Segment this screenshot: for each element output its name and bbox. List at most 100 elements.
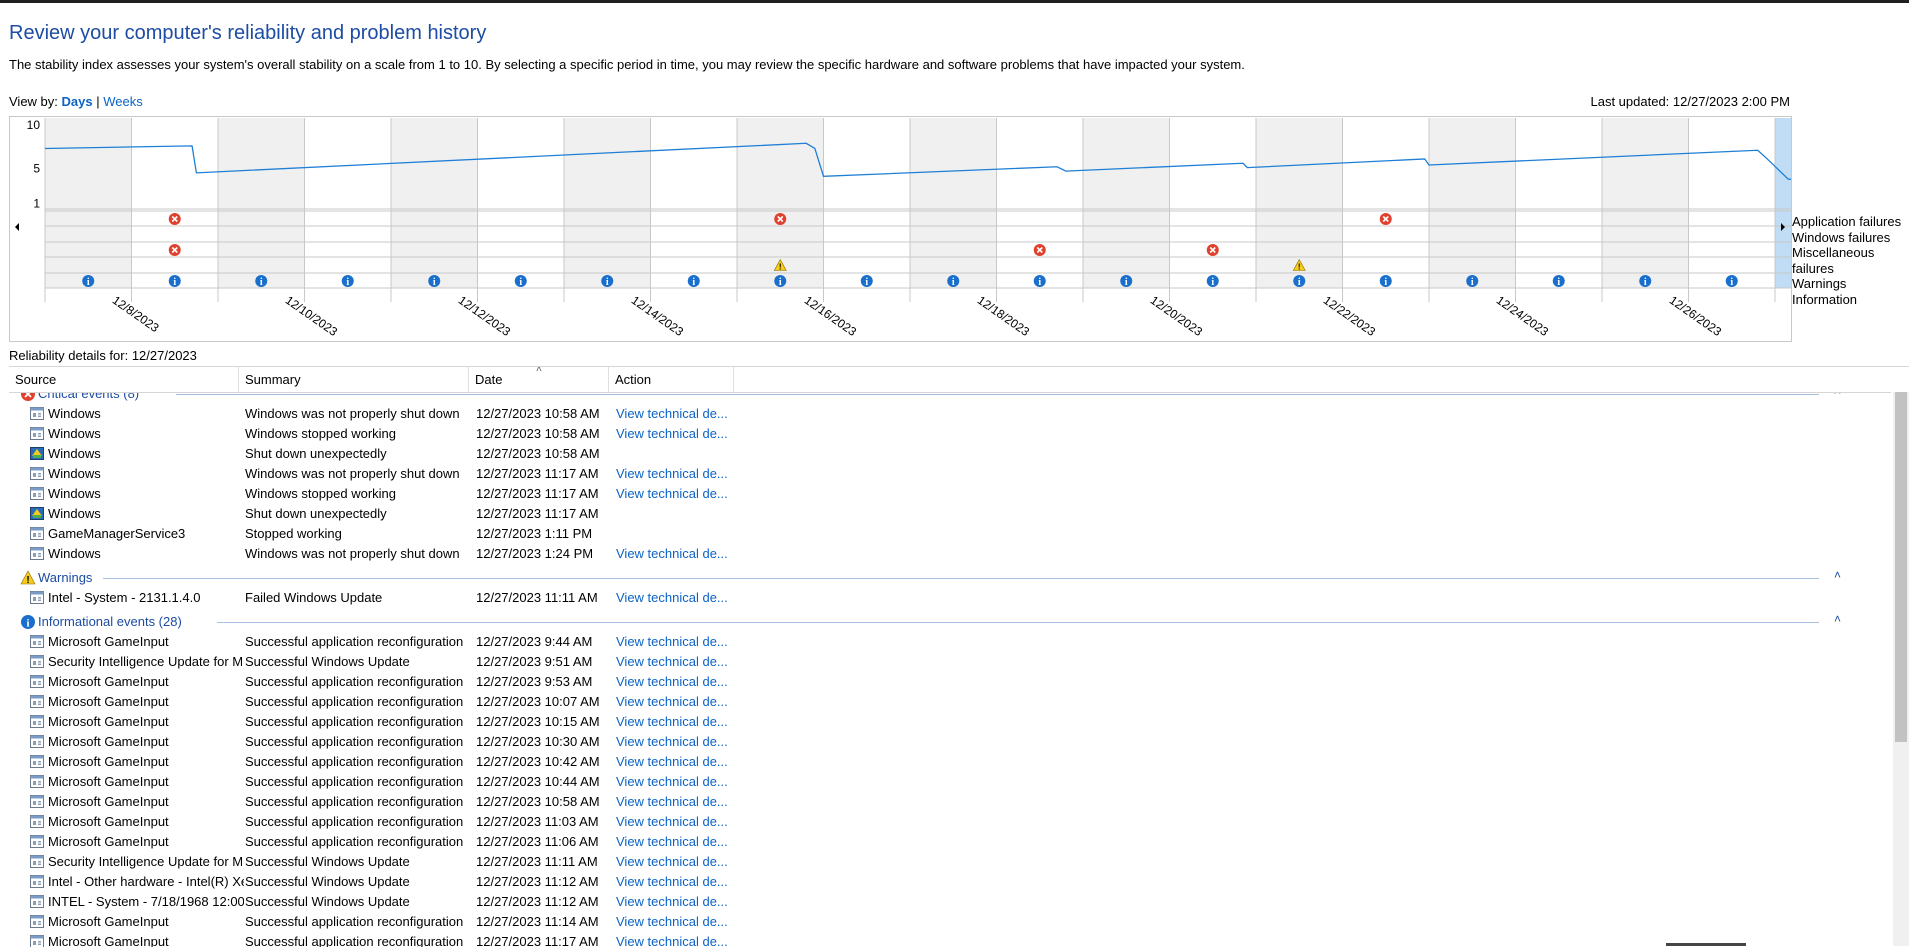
group-divider <box>176 394 1819 395</box>
table-row[interactable]: WindowsWindows stopped working12/27/2023… <box>9 424 1869 444</box>
view-technical-details-link[interactable]: View technical de... <box>616 654 728 669</box>
info-mark: i <box>865 277 868 288</box>
row-summary: Successful application reconfiguration <box>245 794 463 809</box>
row-source: Microsoft GameInput <box>48 834 244 849</box>
day-column[interactable] <box>1602 118 1689 288</box>
view-technical-details-link[interactable]: View technical de... <box>616 874 728 889</box>
table-row[interactable]: Microsoft GameInputSuccessful applicatio… <box>9 692 1869 712</box>
date-label: 12/26/2023 <box>1667 293 1724 339</box>
day-column[interactable] <box>305 118 392 288</box>
info-mark: i <box>1384 277 1387 288</box>
day-column[interactable] <box>1689 118 1776 288</box>
table-row[interactable]: WindowsWindows was not properly shut dow… <box>9 464 1869 484</box>
row-summary: Successful Windows Update <box>245 854 410 869</box>
view-technical-details-link[interactable]: View technical de... <box>616 774 728 789</box>
table-row[interactable]: Microsoft GameInputSuccessful applicatio… <box>9 632 1869 652</box>
group-header[interactable]: iInformational events (28)˄ <box>9 612 1869 632</box>
row-summary: Successful Windows Update <box>245 894 410 909</box>
table-row[interactable]: WindowsWindows was not properly shut dow… <box>9 544 1869 564</box>
day-column[interactable] <box>910 118 997 288</box>
view-technical-details-link[interactable]: View technical de... <box>616 914 728 929</box>
view-technical-details-link[interactable]: View technical de... <box>616 426 728 441</box>
scrollbar-thumb[interactable] <box>1895 392 1907 742</box>
table-row[interactable]: Microsoft GameInputSuccessful applicatio… <box>9 772 1869 792</box>
day-column[interactable] <box>1429 118 1516 288</box>
day-column[interactable] <box>1343 118 1430 288</box>
view-technical-details-link[interactable]: View technical de... <box>616 794 728 809</box>
day-column[interactable] <box>218 118 305 288</box>
day-column[interactable] <box>564 118 651 288</box>
table-row[interactable]: Intel - System - 2131.1.4.0Failed Window… <box>9 588 1869 608</box>
view-technical-details-link[interactable]: View technical de... <box>616 466 728 481</box>
view-technical-details-link[interactable]: View technical de... <box>616 854 728 869</box>
table-row[interactable]: WindowsShut down unexpectedly12/27/2023 … <box>9 504 1869 524</box>
row-summary: Successful application reconfiguration <box>245 734 463 749</box>
view-technical-details-link[interactable]: View technical de... <box>616 894 728 909</box>
column-action[interactable]: Action <box>609 367 734 392</box>
row-date: 12/27/2023 11:17 AM <box>476 506 599 521</box>
table-row[interactable]: Intel - Other hardware - Intel(R) Xe...S… <box>9 872 1869 892</box>
day-column[interactable] <box>391 118 478 288</box>
table-row[interactable]: WindowsWindows stopped working12/27/2023… <box>9 484 1869 504</box>
table-row[interactable]: INTEL - System - 7/18/1968 12:00:0...Suc… <box>9 892 1869 912</box>
view-technical-details-link[interactable]: View technical de... <box>616 406 728 421</box>
info-mark: i <box>692 277 695 288</box>
reliability-chart[interactable]: 1051!!!iiiiiiiiiiiiiiiiiiiii12/8/202312/… <box>9 116 1792 342</box>
column-source[interactable]: Source <box>9 367 239 392</box>
group-header[interactable]: !Warnings˄ <box>9 568 1869 588</box>
column-summary[interactable]: Summary <box>239 367 469 392</box>
day-column[interactable] <box>45 118 132 288</box>
view-technical-details-link[interactable]: View technical de... <box>616 694 728 709</box>
table-row[interactable]: WindowsShut down unexpectedly12/27/2023 … <box>9 444 1869 464</box>
view-technical-details-link[interactable]: View technical de... <box>616 814 728 829</box>
table-row[interactable]: Security Intelligence Update for M...Suc… <box>9 852 1869 872</box>
view-technical-details-link[interactable]: View technical de... <box>616 714 728 729</box>
day-column[interactable] <box>1775 118 1791 288</box>
warning-icon: ! <box>20 570 36 586</box>
collapse-chevron-icon[interactable]: ˄ <box>1834 393 1841 398</box>
table-row[interactable]: Microsoft GameInputSuccessful applicatio… <box>9 832 1869 852</box>
day-column[interactable] <box>132 118 219 288</box>
table-row[interactable]: Microsoft GameInputSuccessful applicatio… <box>9 752 1869 772</box>
table-row[interactable]: WindowsWindows was not properly shut dow… <box>9 404 1869 424</box>
day-column[interactable] <box>478 118 565 288</box>
day-column[interactable] <box>997 118 1084 288</box>
y-tick-label: 1 <box>33 196 40 210</box>
info-mark: i <box>1557 277 1560 288</box>
row-summary: Successful application reconfiguration <box>245 814 463 829</box>
day-column[interactable] <box>1516 118 1603 288</box>
table-row[interactable]: Microsoft GameInputSuccessful applicatio… <box>9 912 1869 932</box>
view-technical-details-link[interactable]: View technical de... <box>616 734 728 749</box>
table-row[interactable]: GameManagerService3Stopped working12/27/… <box>9 524 1869 544</box>
view-technical-details-link[interactable]: View technical de... <box>616 486 728 501</box>
view-technical-details-link[interactable]: View technical de... <box>616 634 728 649</box>
info-mark: i <box>952 277 955 288</box>
table-row[interactable]: Microsoft GameInputSuccessful applicatio… <box>9 792 1869 812</box>
view-technical-details-link[interactable]: View technical de... <box>616 546 728 561</box>
day-column[interactable] <box>651 118 738 288</box>
view-technical-details-link[interactable]: View technical de... <box>616 674 728 689</box>
day-column[interactable] <box>1083 118 1170 288</box>
table-row[interactable]: Microsoft GameInputSuccessful applicatio… <box>9 672 1869 692</box>
view-technical-details-link[interactable]: View technical de... <box>616 590 728 605</box>
table-row[interactable]: Microsoft GameInputSuccessful applicatio… <box>9 732 1869 752</box>
view-by-bar: View by: Days | Weeks <box>9 94 143 109</box>
group-header[interactable]: Critical events (8)˄ <box>9 393 1869 404</box>
app-window-icon <box>30 695 44 708</box>
scroll-left-icon[interactable] <box>15 223 19 231</box>
view-days-link[interactable]: Days <box>62 94 93 109</box>
table-row[interactable]: Security Intelligence Update for M...Suc… <box>9 652 1869 672</box>
view-technical-details-link[interactable]: View technical de... <box>616 754 728 769</box>
view-technical-details-link[interactable]: View technical de... <box>616 934 728 947</box>
day-column[interactable] <box>824 118 911 288</box>
collapse-chevron-icon[interactable]: ˄ <box>1834 612 1841 626</box>
collapse-chevron-icon[interactable]: ˄ <box>1834 568 1841 582</box>
group-divider <box>103 578 1819 579</box>
table-row[interactable]: Microsoft GameInputSuccessful applicatio… <box>9 812 1869 832</box>
day-column[interactable] <box>1170 118 1257 288</box>
table-row[interactable]: Microsoft GameInputSuccessful applicatio… <box>9 932 1869 947</box>
table-row[interactable]: Microsoft GameInputSuccessful applicatio… <box>9 712 1869 732</box>
view-technical-details-link[interactable]: View technical de... <box>616 834 728 849</box>
view-weeks-link[interactable]: Weeks <box>103 94 143 109</box>
vertical-scrollbar[interactable] <box>1893 392 1909 946</box>
